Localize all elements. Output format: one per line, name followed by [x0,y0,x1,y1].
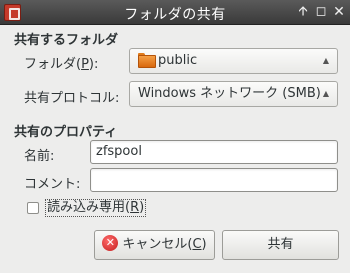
share-button[interactable]: 共有 [222,230,339,260]
protocol-combo[interactable]: Windows ネットワーク (SMB) ▲ [129,81,338,107]
name-label: 名前: [24,149,55,164]
close-icon[interactable]: ✕ [331,4,347,20]
protocol-combo-value: Windows ネットワーク (SMB) [138,86,321,101]
properties-section-title: 共有のプロパティ [14,125,118,140]
readonly-checkbox[interactable] [27,202,39,214]
comment-label: コメント: [24,177,81,192]
up-arrow-icon[interactable]: 🡩 [295,4,311,20]
folder-icon [138,53,156,68]
readonly-label[interactable]: 読み込み専用(R) [45,199,147,217]
title-bar: フォルダの共有 🡩 ◻ ✕ [0,0,350,25]
share-section-title: 共有するフォルダ [14,33,119,48]
folder-label: フォルダ(P): [24,57,99,72]
cancel-button[interactable]: ✕ キャンセル(C) [94,230,215,260]
protocol-label: 共有プロトコル: [24,91,120,106]
folder-combo[interactable]: public ▲ [129,48,338,74]
comment-field[interactable] [90,168,338,192]
maximize-icon[interactable]: ◻ [313,4,329,20]
combo-arrow-icon: ▲ [322,89,329,98]
combo-arrow-icon: ▲ [322,56,329,65]
folder-combo-value: public [158,53,198,68]
name-field[interactable]: zfspool [90,140,338,164]
cancel-icon: ✕ [102,235,119,251]
